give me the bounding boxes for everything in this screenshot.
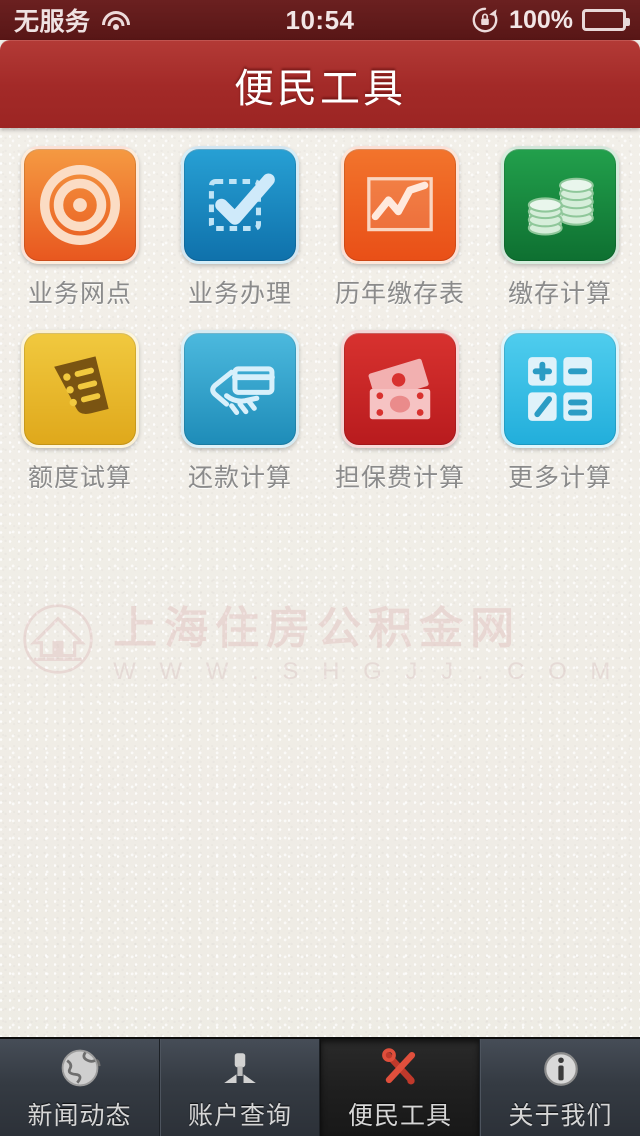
coins-icon[interactable] [501, 146, 619, 264]
wifi-icon [101, 9, 131, 31]
tab-tools[interactable]: 便民工具 [320, 1039, 480, 1136]
grid-item-label: 额度试算 [27, 463, 132, 492]
background-watermark: 上海住房公积金网 W W W . S H G J J . C O M [0, 592, 640, 686]
document-list-icon[interactable] [21, 330, 139, 448]
grid-item-label: 更多计算 [507, 463, 612, 492]
house-circle-logo [23, 604, 93, 674]
tab-label: 账户查询 [187, 1100, 292, 1130]
battery-percent-label: 100% [509, 5, 573, 34]
tab-label: 便民工具 [347, 1100, 452, 1130]
status-bar-right: 100% [405, 5, 640, 35]
banknotes-icon[interactable] [341, 330, 459, 448]
app-screen: 无服务 10:54 100% 便民工具 业务网点 业务办理 历年缴存表 缴存计算… [0, 0, 640, 1136]
line-chart-icon[interactable] [341, 146, 459, 264]
grid-item-business-handling[interactable]: 业务办理 [160, 146, 320, 310]
grid-item-deposit-calculation[interactable]: 缴存计算 [480, 146, 640, 310]
grid-item-business-locations[interactable]: 业务网点 [0, 146, 160, 310]
grid-item-label: 历年缴存表 [334, 279, 465, 308]
tab-account-query[interactable]: 账户查询 [160, 1039, 320, 1136]
rotation-lock-icon [470, 5, 500, 35]
tools-icon [378, 1044, 422, 1090]
grid-item-annual-deposit-table[interactable]: 历年缴存表 [320, 146, 480, 310]
tab-label: 关于我们 [508, 1100, 613, 1130]
tab-label: 新闻动态 [27, 1100, 132, 1130]
status-bar-left: 无服务 [0, 2, 235, 38]
nav-bar: 便民工具 [0, 40, 640, 128]
grid-item-label: 缴存计算 [507, 279, 612, 308]
target-icon[interactable] [21, 146, 139, 264]
battery-icon [582, 9, 630, 31]
page-title: 便民工具 [234, 65, 406, 112]
person-icon [219, 1044, 261, 1090]
globe-icon [58, 1044, 102, 1090]
checkbox-icon[interactable] [181, 146, 299, 264]
carrier-label: 无服务 [14, 8, 91, 36]
grid-item-label: 业务网点 [27, 279, 132, 308]
watermark-url: W W W . S H G J J . C O M [113, 658, 619, 685]
clock-label: 10:54 [285, 4, 355, 35]
watermark-title: 上海住房公积金网 [113, 603, 522, 654]
tab-about-us[interactable]: 关于我们 [480, 1039, 640, 1136]
grid-item-label: 担保费计算 [334, 463, 465, 492]
grid-item-quota-estimate[interactable]: 额度试算 [0, 330, 160, 494]
info-icon [540, 1044, 582, 1090]
status-bar-center: 10:54 [235, 5, 405, 36]
tab-bar: 新闻动态 账户查询 便民工具 关于我们 [0, 1037, 640, 1136]
grid-item-label: 还款计算 [187, 463, 292, 492]
grid-item-guarantee-fee-calculation[interactable]: 担保费计算 [320, 330, 480, 494]
grid-item-more-calculations[interactable]: 更多计算 [480, 330, 640, 494]
hand-card-icon[interactable] [181, 330, 299, 448]
status-bar: 无服务 10:54 100% [0, 0, 640, 40]
calculator-icon[interactable] [501, 330, 619, 448]
grid-item-repayment-calculation[interactable]: 还款计算 [160, 330, 320, 494]
tab-news[interactable]: 新闻动态 [0, 1039, 160, 1136]
grid-item-label: 业务办理 [187, 279, 292, 308]
tool-grid: 业务网点 业务办理 历年缴存表 缴存计算 额度试算 还款计算 担保费计算 更多计… [0, 146, 640, 494]
watermark-text: 上海住房公积金网 W W W . S H G J J . C O M [113, 592, 619, 686]
